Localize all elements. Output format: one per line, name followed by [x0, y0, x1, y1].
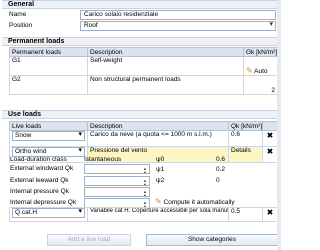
perm-row-value-cell[interactable]: 2	[243, 75, 278, 95]
table-row[interactable]: G2 Non structural permanent loads 2	[9, 75, 278, 95]
perm-header-description: Description	[87, 47, 244, 57]
int-depressure-label: Internal depressure Qk	[10, 199, 77, 206]
int-pressure-input[interactable]: ▲ ▼	[84, 187, 150, 197]
delete-icon[interactable]: ✖	[265, 132, 275, 142]
ext-windward-input[interactable]: ▲ ▼	[84, 164, 150, 174]
live-header-description: Description	[87, 121, 229, 131]
show-categories-button[interactable]: Show categories	[146, 234, 278, 246]
delete-icon[interactable]: ✖	[265, 148, 275, 158]
live-row-desc: Carico da neve (a quota <= 1000 m s.l.m.…	[87, 130, 229, 147]
perm-row-value: 2	[271, 87, 275, 94]
perm-row-value: Auto	[254, 68, 268, 75]
name-input[interactable]: Carico solaio residenziale	[80, 10, 276, 20]
ext-windward-label: External windward Qk	[10, 165, 74, 172]
psi2-label: ψ2	[156, 177, 165, 184]
int-pressure-label: Internal pressure Qk	[10, 188, 69, 195]
psi0-label: ψ0	[156, 156, 165, 163]
psi2-value: 0	[216, 177, 220, 184]
delete-icon[interactable]: ✖	[265, 209, 275, 219]
perm-row-value-cell[interactable]: ✎ Auto	[243, 56, 278, 76]
ext-leeward-label: External leeward Qk	[10, 177, 69, 184]
name-label: Name	[9, 11, 27, 18]
permanent-section-header: Permanent loads	[2, 37, 279, 46]
qcat-table: Q.cat.H Variabile cat H: Coperture acces…	[9, 207, 278, 222]
qcat-type-select[interactable]: Q.cat.H	[12, 208, 85, 218]
qcat-desc: Variabile cat H: Coperture accessibili p…	[87, 207, 229, 222]
ext-leeward-input[interactable]: ▲ ▼	[84, 176, 150, 186]
live-row-details[interactable]: Details	[228, 146, 263, 163]
perm-row-desc: Self-weight	[87, 56, 244, 76]
duration-class-label: Load-duration class	[10, 156, 67, 163]
live-header-delete	[262, 121, 278, 131]
use-loads-section-header: Use loads	[2, 110, 279, 119]
psi0-value: 0.6	[216, 156, 226, 163]
vertical-scrollbar[interactable]	[277, 0, 281, 250]
duration-class-value: Istantaneous	[84, 156, 122, 163]
live-type-select[interactable]: Snow	[12, 131, 85, 141]
permanent-loads-table: Permanent loads Description Gk [kN/m²] G…	[9, 47, 278, 95]
live-header-qk: Qk [kN/m²]	[228, 121, 263, 131]
position-label: Position	[9, 22, 33, 29]
live-header-loads: Live loads	[9, 121, 88, 131]
perm-header-gk: Gk [kN/m²]	[243, 47, 278, 57]
perm-row-desc: Non structural permanent loads	[87, 75, 244, 95]
table-row[interactable]: Snow Carico da neve (a quota <= 1000 m s…	[9, 130, 278, 147]
pencil-icon: ✎	[155, 197, 162, 206]
compute-automatically[interactable]: ✎ Compute it automatically	[155, 197, 235, 207]
qcat-value[interactable]: 0.5	[228, 207, 263, 222]
table-row[interactable]: G1 Self-weight ✎ Auto	[9, 56, 278, 76]
psi1-value: 0.2	[216, 166, 226, 173]
compute-label: Compute it automatically	[163, 199, 235, 206]
perm-row-id: G2	[9, 75, 88, 95]
pencil-icon[interactable]: ✎	[246, 66, 253, 75]
perm-row-id: G1	[9, 56, 88, 76]
psi1-label: ψ1	[156, 166, 165, 173]
live-row-value[interactable]: 0.6	[228, 130, 263, 147]
general-section-header: General	[2, 0, 279, 9]
table-row[interactable]: Q.cat.H Variabile cat H: Coperture acces…	[9, 207, 278, 222]
position-select[interactable]: Roof	[80, 21, 276, 31]
perm-header-loads: Permanent loads	[9, 47, 88, 57]
add-live-load-button[interactable]: Add a live load	[47, 234, 131, 246]
